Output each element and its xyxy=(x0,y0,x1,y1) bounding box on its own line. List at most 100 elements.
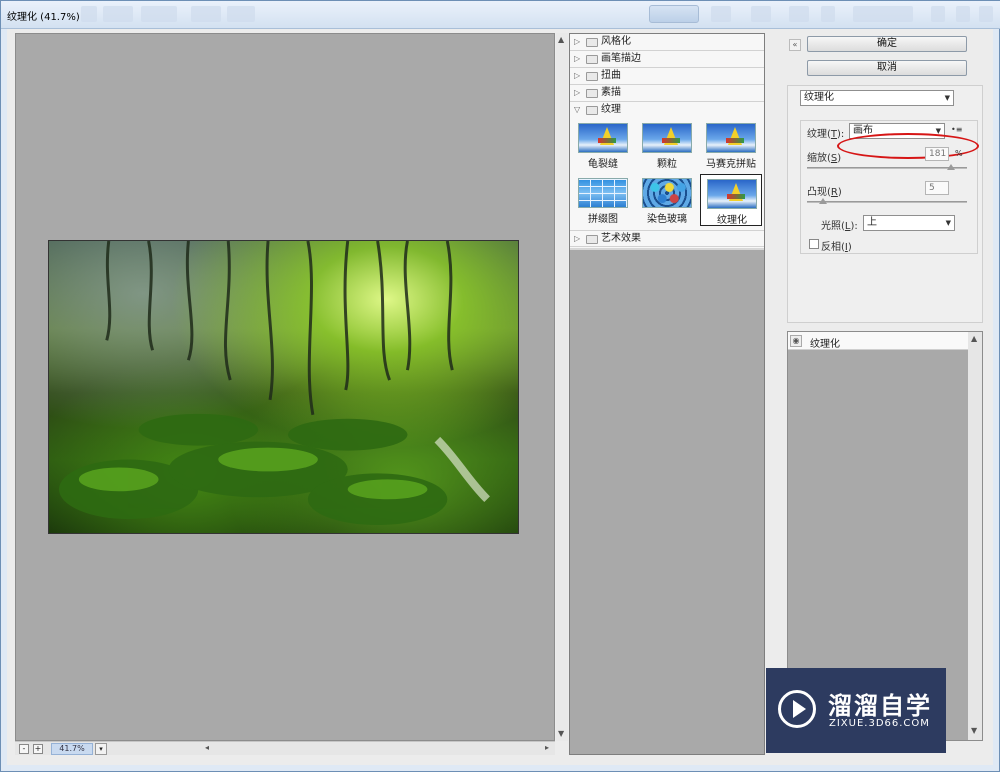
filter-select[interactable]: 纹理化 ▼ xyxy=(800,90,954,106)
folder-icon xyxy=(586,55,598,64)
expand-arrow-icon[interactable]: ▷ xyxy=(574,68,580,84)
relief-slider-handle[interactable] xyxy=(819,198,827,204)
preview-image xyxy=(48,240,519,534)
mosaic-thumbnail-icon xyxy=(578,178,628,208)
expand-arrow-icon[interactable]: ▷ xyxy=(574,51,580,67)
gallery-divider xyxy=(570,248,764,250)
scaling-slider[interactable] xyxy=(807,167,967,169)
filter-group-label: 素描 xyxy=(601,87,621,98)
toolbar-search-icon[interactable] xyxy=(853,6,913,22)
collapse-arrow-icon[interactable]: ▽ xyxy=(574,102,580,118)
zoom-value[interactable]: 41.7% xyxy=(51,743,93,755)
layers-scrollbar[interactable]: ▲ ▼ xyxy=(968,332,982,740)
filter-thumb-label: 龟裂缝 xyxy=(588,159,618,170)
ok-button[interactable]: 确定 xyxy=(807,36,967,52)
watermark-title: 溜溜自学 xyxy=(828,692,932,720)
filter-group-brush-strokes[interactable]: ▷ 画笔描边 xyxy=(570,51,764,68)
preview-canvas[interactable] xyxy=(15,33,555,741)
invert-label: 反相(I) xyxy=(821,242,852,253)
maximize-icon[interactable] xyxy=(956,6,970,22)
toolbar-zoom-icon[interactable] xyxy=(141,6,177,22)
relief-slider[interactable] xyxy=(807,201,967,203)
effect-layer-label: 纹理化 xyxy=(810,339,840,350)
toolbar-tool-icon[interactable] xyxy=(789,6,809,22)
scroll-left-icon[interactable]: ◂ xyxy=(205,743,209,752)
light-label: 光照(L): xyxy=(821,221,858,232)
toolbar-tool-icon[interactable] xyxy=(227,6,255,22)
toolbar-tool-icon[interactable] xyxy=(751,6,771,22)
zoom-dropdown-icon[interactable]: ▾ xyxy=(95,743,107,755)
folder-icon xyxy=(586,38,598,47)
watermark-subtitle: ZIXUE.3D66.COM xyxy=(829,718,930,729)
folder-icon xyxy=(586,106,598,115)
effect-layer-item[interactable]: ◉ 纹理化 xyxy=(788,332,968,350)
filter-settings: 纹理化 ▼ 纹理(T): 画布 ▼ •≡ 缩放(S) 181 % 凸现(R) 5 xyxy=(787,85,983,323)
toolbar-workspace-button[interactable] xyxy=(649,5,699,23)
filter-thumb-label: 拼缀图 xyxy=(588,214,618,225)
filter-group-stylize[interactable]: ▷ 风格化 xyxy=(570,34,764,51)
filter-group-artistic[interactable]: ▷ 艺术效果 xyxy=(570,230,764,247)
relief-label: 凸现(R) xyxy=(807,187,842,198)
filter-group-label: 风格化 xyxy=(601,36,631,47)
filter-thumb-label: 马赛克拼贴 xyxy=(706,159,756,170)
invert-checkbox[interactable] xyxy=(809,239,819,249)
expand-arrow-icon[interactable]: ▷ xyxy=(574,231,580,247)
canvas-vertical-scrollbar[interactable]: ▲ ▼ xyxy=(556,33,568,741)
title-bar: 纹理化 (41.7%) xyxy=(1,1,1000,29)
minimize-icon[interactable] xyxy=(931,6,945,22)
scroll-up-icon[interactable]: ▲ xyxy=(971,334,977,343)
scroll-down-icon[interactable]: ▼ xyxy=(558,729,564,738)
filter-thumb-mosaic-tiles[interactable]: 马赛克拼贴 xyxy=(700,119,762,171)
sailboat-thumbnail-icon xyxy=(642,123,692,153)
eye-icon[interactable]: ◉ xyxy=(790,335,802,347)
dialog-content: ▲ ▼ - + 41.7% ▾ ◂ ▸ ▷ 风格化 ▷ 画笔描边 ▷ 扭曲 ▷ … xyxy=(7,29,993,765)
texture-menu-icon[interactable]: •≡ xyxy=(951,125,962,134)
collapse-gallery-button[interactable]: « xyxy=(789,39,801,51)
filter-group-label: 纹理 xyxy=(601,104,621,115)
zoom-out-button[interactable]: - xyxy=(19,744,29,754)
toolbar-tool-icon[interactable] xyxy=(711,6,731,22)
chevron-down-icon: ▼ xyxy=(945,219,951,227)
scroll-up-icon[interactable]: ▲ xyxy=(558,35,564,44)
chevron-down-icon: ▼ xyxy=(944,94,950,102)
scroll-right-icon[interactable]: ▸ xyxy=(545,743,549,752)
texturizer-options: 纹理(T): 画布 ▼ •≡ 缩放(S) 181 % 凸现(R) 5 光照(L)… xyxy=(800,120,979,254)
toolbar-tool-icon[interactable] xyxy=(103,6,133,22)
light-select[interactable]: 上 ▼ xyxy=(863,215,955,231)
toolbar-tool-icon[interactable] xyxy=(191,6,221,22)
scaling-input[interactable]: 181 xyxy=(925,147,949,161)
scaling-unit: % xyxy=(955,149,963,158)
filter-group-texture[interactable]: ▽ 纹理 xyxy=(570,102,764,119)
filter-thumb-label: 颗粒 xyxy=(657,159,677,170)
scaling-slider-handle[interactable] xyxy=(947,164,955,170)
cancel-button[interactable]: 取消 xyxy=(807,60,967,76)
expand-arrow-icon[interactable]: ▷ xyxy=(574,34,580,50)
filter-thumb-texturizer[interactable]: 纹理化 xyxy=(700,174,762,226)
sailboat-thumbnail-icon xyxy=(706,123,756,153)
zoom-in-button[interactable]: + xyxy=(33,744,43,754)
filter-thumb-patchwork[interactable]: 拼缀图 xyxy=(572,174,634,226)
close-icon[interactable] xyxy=(979,6,993,22)
filter-thumb-label: 纹理化 xyxy=(717,215,747,226)
light-select-value: 上 xyxy=(867,217,877,228)
scroll-down-icon[interactable]: ▼ xyxy=(971,726,977,735)
scaling-label: 缩放(S) xyxy=(807,153,842,164)
filter-group-label: 扭曲 xyxy=(601,70,621,81)
sailboat-thumbnail-icon xyxy=(578,123,628,153)
folder-icon xyxy=(586,89,598,98)
filter-thumb-craquelure[interactable]: 龟裂缝 xyxy=(572,119,634,171)
toolbar-tool-icon[interactable] xyxy=(821,6,835,22)
texture-label: 纹理(T): xyxy=(807,129,845,140)
window-title: 纹理化 (41.7%) xyxy=(7,12,80,23)
filter-group-sketch[interactable]: ▷ 素描 xyxy=(570,85,764,102)
play-triangle-icon xyxy=(793,700,806,718)
forest-trees xyxy=(58,241,490,526)
filter-thumb-stained-glass[interactable]: 染色玻璃 xyxy=(636,174,698,226)
filter-select-value: 纹理化 xyxy=(804,92,834,103)
filter-group-distort[interactable]: ▷ 扭曲 xyxy=(570,68,764,85)
filter-thumb-grain[interactable]: 颗粒 xyxy=(636,119,698,171)
relief-input[interactable]: 5 xyxy=(925,181,949,195)
filter-group-label: 艺术效果 xyxy=(601,233,641,244)
toolbar-tool-icon[interactable] xyxy=(81,6,97,22)
expand-arrow-icon[interactable]: ▷ xyxy=(574,85,580,101)
